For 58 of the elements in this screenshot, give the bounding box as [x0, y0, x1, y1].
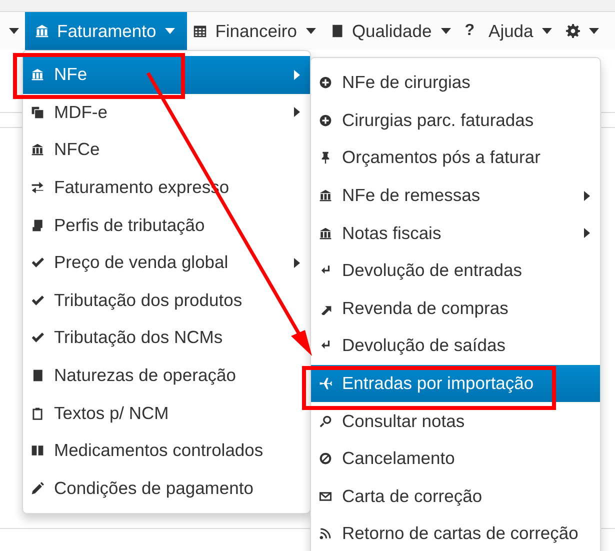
building-icon	[31, 143, 44, 156]
copy-icon	[31, 106, 44, 119]
menu-item[interactable]: Textos p/ NCM	[23, 394, 310, 432]
pencil-icon	[31, 482, 44, 495]
clipboard-icon	[31, 406, 44, 420]
check-icon	[31, 331, 44, 344]
menu-item[interactable]: Notas fiscais	[311, 214, 600, 252]
notebook-icon	[31, 369, 44, 382]
menu-item[interactable]: Consultar notas	[311, 402, 600, 440]
menu-item[interactable]: Condições de pagamento	[23, 470, 310, 508]
menu-item[interactable]: Cancelamento	[311, 440, 600, 478]
pin-icon	[319, 151, 332, 164]
menu-item[interactable]: Revenda de compras	[311, 290, 600, 328]
nav-menu[interactable]: Financeiro	[187, 12, 324, 50]
menu-item[interactable]: NFCe	[23, 131, 310, 169]
swap-arrows-icon	[31, 181, 44, 194]
notebook-icon	[330, 24, 344, 38]
ban-icon	[319, 452, 332, 466]
nav-menu[interactable]: ? Ajuda	[458, 12, 560, 50]
menu-item[interactable]: Perfis de tributação	[23, 206, 310, 244]
menu-item[interactable]: NFe	[23, 56, 310, 94]
nav-menu[interactable]: Faturamento	[25, 12, 188, 50]
envelope-icon	[319, 490, 332, 503]
menu-item[interactable]: Devolução de entradas	[311, 252, 600, 290]
menu-item[interactable]: Preço de venda global	[23, 244, 310, 282]
menu-item[interactable]: Entradas por importação	[311, 364, 600, 402]
gear-icon	[566, 24, 580, 38]
caret-icon	[165, 28, 176, 34]
building-icon	[319, 226, 332, 240]
document-icon	[31, 218, 44, 232]
menu-item[interactable]: NFe de cirurgias	[311, 64, 600, 102]
check-icon	[31, 256, 44, 270]
airplane-icon	[319, 377, 332, 390]
calendar-icon	[193, 24, 208, 38]
building-icon	[319, 189, 332, 202]
menu-item[interactable]: Carta de correção	[311, 478, 600, 516]
caret-icon	[440, 28, 451, 34]
caret-icon	[306, 28, 316, 34]
menu-item[interactable]: Medicamentos controlados	[23, 432, 310, 470]
menu-item[interactable]: Orçamentos pós a faturar	[311, 139, 600, 177]
rss-icon	[319, 527, 332, 540]
menu-item[interactable]: Devolução de saídas	[311, 327, 600, 365]
nav-menu[interactable]: Qualidade	[324, 12, 459, 50]
menu-item[interactable]: MDF-e	[23, 94, 310, 132]
book-icon	[31, 444, 44, 458]
menu-item[interactable]: Retorno de cartas de correção	[311, 515, 600, 551]
caret-icon	[589, 28, 600, 34]
check-icon	[31, 294, 44, 307]
menu-item[interactable]: Tributação dos NCMs	[23, 319, 310, 357]
search-icon	[319, 414, 332, 428]
menu-item[interactable]: Naturezas de operação	[23, 356, 310, 394]
building-icon	[31, 68, 44, 82]
menu-item[interactable]: NFe de remessas	[311, 176, 600, 214]
menu-item[interactable]: Cirurgias parc. faturadas	[311, 102, 600, 140]
building-icon	[35, 24, 49, 38]
menu-item[interactable]: Tributação dos produtos	[23, 282, 310, 320]
caret-icon	[9, 28, 19, 34]
caret-icon	[542, 28, 552, 34]
